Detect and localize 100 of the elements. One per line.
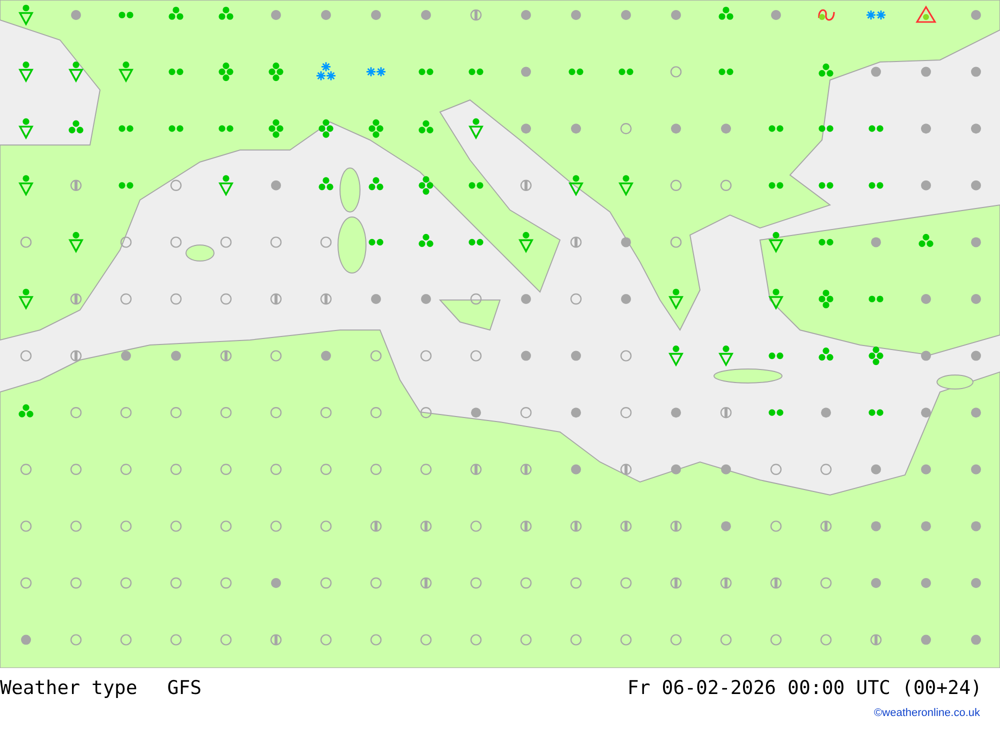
overcast-icon: [971, 10, 981, 20]
partly-cloudy-icon: [520, 520, 532, 532]
clear-sky-icon: [420, 350, 432, 362]
island: [338, 216, 366, 274]
clear-sky-icon: [170, 180, 182, 191]
heavy-rain-icon: [318, 119, 334, 138]
shower-icon: [18, 288, 34, 310]
clear-sky-icon: [570, 634, 582, 646]
overcast-icon: [821, 408, 831, 418]
drizzle-icon: [218, 125, 234, 132]
clear-sky-icon: [270, 350, 282, 362]
drizzle-icon: [818, 238, 834, 246]
shower-icon: [18, 175, 34, 196]
clear-sky-icon: [220, 577, 232, 589]
drizzle-icon: [868, 409, 884, 416]
drizzle-icon: [118, 182, 134, 189]
clear-sky-icon: [370, 577, 382, 589]
partly-cloudy-icon: [620, 520, 632, 532]
clear-sky-icon: [370, 407, 382, 418]
credit-link[interactable]: ©weatheronline.co.uk: [874, 707, 980, 719]
clear-sky-icon: [320, 520, 332, 532]
partly-cloudy-icon: [670, 520, 682, 532]
overcast-icon: [971, 237, 981, 248]
map-title: Weather type: [0, 677, 138, 699]
overcast-icon: [421, 294, 431, 304]
clear-sky-icon: [270, 520, 282, 532]
overcast-icon: [921, 464, 931, 474]
rain-icon: [318, 177, 334, 190]
partly-cloudy-icon: [70, 293, 82, 305]
clear-sky-icon: [820, 634, 832, 646]
clear-sky-icon: [370, 634, 382, 646]
clear-sky-icon: [220, 407, 232, 418]
clear-sky-icon: [320, 634, 332, 646]
drizzle-icon: [118, 125, 134, 132]
island: [186, 244, 214, 262]
clear-sky-icon: [20, 464, 32, 475]
overcast-icon: [421, 10, 431, 20]
partly-cloudy-icon: [570, 520, 582, 532]
partly-cloudy-icon: [720, 577, 732, 589]
clear-sky-icon: [520, 407, 532, 418]
clear-sky-icon: [320, 236, 332, 248]
drizzle-icon: [468, 238, 484, 246]
clear-sky-icon: [470, 577, 482, 589]
clear-sky-icon: [220, 520, 232, 532]
overcast-icon: [121, 350, 131, 361]
overcast-icon: [971, 350, 981, 361]
overcast-icon: [871, 464, 881, 474]
partly-cloudy-icon: [270, 293, 282, 305]
overcast-icon: [571, 10, 581, 20]
rain-icon: [18, 404, 34, 418]
partly-cloudy-icon: [870, 634, 882, 646]
drizzle-icon: [168, 125, 184, 132]
heavy-rain-icon: [218, 62, 234, 82]
overcast-icon: [621, 237, 631, 248]
rain-icon: [68, 120, 84, 134]
clear-sky-icon: [270, 407, 282, 418]
drizzle-icon: [818, 182, 834, 189]
partly-cloudy-icon: [70, 350, 82, 362]
shower-icon: [718, 346, 734, 367]
clear-sky-icon: [820, 577, 832, 589]
partly-cloudy-icon: [570, 236, 582, 248]
shower-icon: [18, 62, 34, 83]
clear-sky-icon: [120, 293, 132, 305]
partly-cloudy-icon: [470, 464, 482, 475]
overcast-icon: [671, 464, 681, 474]
drizzle-icon: [718, 68, 734, 76]
clear-sky-icon: [620, 634, 632, 646]
light-snow-icon: [866, 10, 886, 20]
clear-sky-icon: [120, 236, 132, 248]
drizzle-icon: [368, 238, 384, 246]
drizzle-icon: [768, 352, 784, 360]
shower-icon: [468, 118, 484, 140]
drizzle-icon: [768, 409, 784, 416]
shower-icon: [568, 175, 584, 196]
overcast-icon: [921, 634, 931, 645]
shower-icon: [68, 232, 84, 254]
overcast-icon: [921, 124, 931, 134]
partly-cloudy-icon: [420, 577, 432, 589]
clear-sky-icon: [670, 634, 682, 646]
rain-icon: [218, 6, 234, 20]
clear-sky-icon: [70, 577, 82, 589]
drizzle-icon: [568, 68, 584, 76]
overcast-icon: [271, 180, 281, 190]
rain-icon: [168, 6, 184, 20]
drizzle-icon: [768, 182, 784, 189]
partly-cloudy-icon: [520, 180, 532, 191]
overcast-icon: [171, 350, 181, 361]
overcast-icon: [21, 634, 31, 645]
clear-sky-icon: [20, 520, 32, 532]
partly-cloudy-icon: [470, 9, 482, 21]
clear-sky-icon: [70, 634, 82, 646]
overcast-icon: [621, 10, 631, 20]
overcast-icon: [721, 464, 731, 474]
overcast-icon: [271, 578, 281, 588]
overcast-icon: [921, 578, 931, 588]
overcast-icon: [71, 10, 81, 20]
shower-icon: [68, 62, 84, 83]
clear-sky-icon: [620, 350, 632, 362]
shower-icon: [668, 288, 684, 310]
drizzle-icon: [868, 296, 884, 302]
